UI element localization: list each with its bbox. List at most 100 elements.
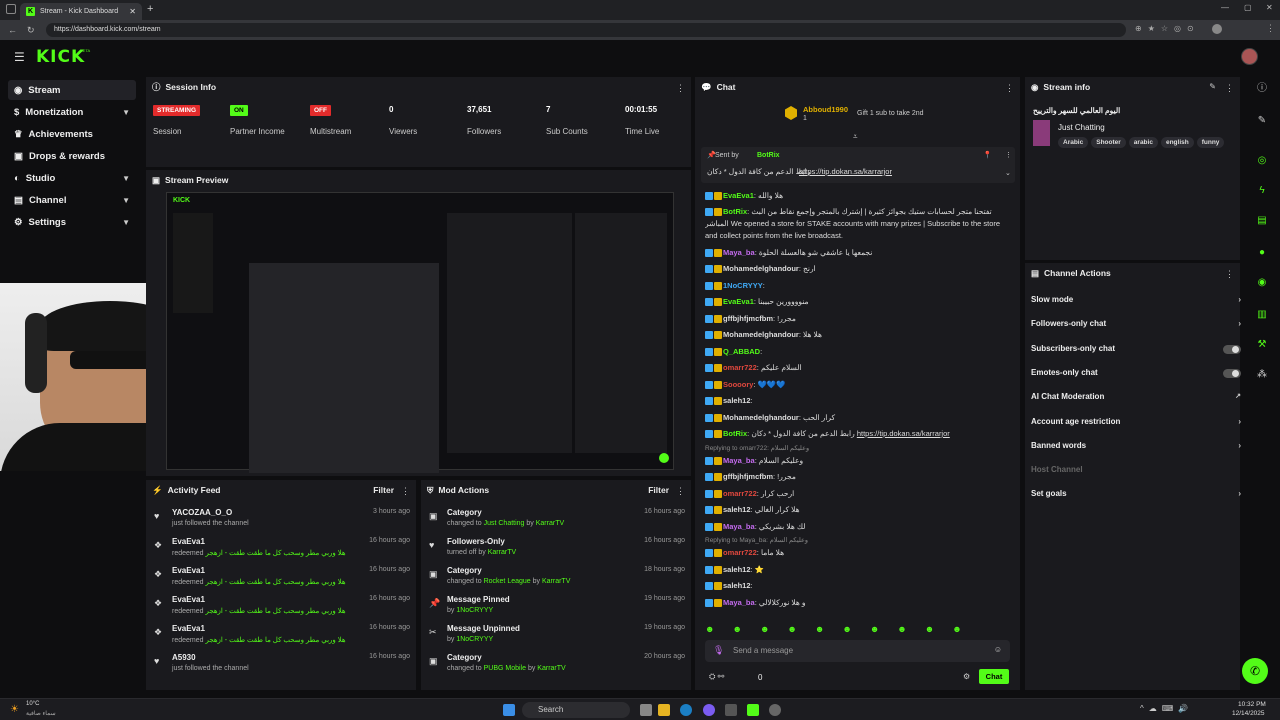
edge-icon[interactable]: [680, 704, 692, 716]
chat-message[interactable]: Soooory: 💙💙💙: [705, 378, 1005, 392]
chat-message[interactable]: BotRix: رابط الدعم من كافة الدول * دكان …: [705, 427, 1005, 441]
unpin-icon[interactable]: 📍: [983, 151, 992, 159]
chat-username[interactable]: Mohamedelghandour: [723, 413, 799, 422]
emoji-icon[interactable]: ☺: [994, 645, 1002, 654]
channel-action-followers-only-chat[interactable]: Followers-only chat ›: [1031, 315, 1241, 333]
tag[interactable]: arabic: [1128, 137, 1158, 148]
activity-user[interactable]: A5930: [172, 653, 196, 662]
more-options-icon[interactable]: ⋮: [1225, 269, 1234, 280]
settings-app-icon[interactable]: [769, 704, 781, 716]
sidebar-item-studio[interactable]: ◐ Studio ▼: [8, 168, 136, 188]
chat-username[interactable]: EvaEva1: [723, 297, 754, 306]
more-options-icon[interactable]: ⋮: [401, 486, 410, 497]
chat-username[interactable]: saleh12: [723, 581, 751, 590]
preview-video[interactable]: KICK: [166, 192, 674, 473]
system-tray-icons[interactable]: ^☁⌨🔊: [1140, 704, 1193, 713]
browser-tab[interactable]: K Stream - Kick Dashboard ✕: [20, 3, 142, 20]
info-icon[interactable]: ⓘ: [1252, 79, 1272, 99]
chat-message[interactable]: Mohamedelghandour: هلا هلا: [705, 328, 1005, 342]
chat-username[interactable]: BotRix: [723, 429, 747, 438]
chat-message[interactable]: saleh12:: [705, 394, 1005, 408]
sidebar-item-channel[interactable]: ▤ Channel ▼: [8, 190, 136, 210]
mod-row[interactable]: ▣ Category changed to Just Chatting by Kar…: [427, 508, 685, 536]
chat-username[interactable]: saleh12: [723, 396, 751, 405]
mod-row[interactable]: 📌 Message Pinned by 1NoCRYYY 19 hours ago: [427, 595, 685, 623]
channel-action-emotes-only-chat[interactable]: Emotes-only chat: [1031, 364, 1241, 382]
sidebar-item-drops[interactable]: ▣ Drops & rewards: [8, 146, 136, 166]
mod-user[interactable]: KarrarTV: [537, 665, 565, 672]
chat-message[interactable]: Maya_ba: وعليكم السلام: [705, 454, 1005, 468]
chat-link[interactable]: https://tip.dokan.sa/karrarjor: [857, 429, 950, 438]
app-icon[interactable]: [703, 704, 715, 716]
file-explorer-icon[interactable]: [658, 704, 670, 716]
broadcast-icon[interactable]: ◉: [1252, 273, 1272, 293]
sidebar-item-achievements[interactable]: ♛ Achievements: [8, 124, 136, 144]
url-field[interactable]: https://dashboard.kick.com/stream: [46, 23, 1126, 37]
mod-user[interactable]: KarrarTV: [488, 549, 516, 556]
mod-row[interactable]: ♥ Followers-Only turned off by KarrarTV 16 …: [427, 537, 685, 565]
profile-icon[interactable]: [1212, 24, 1222, 34]
chat-username[interactable]: Maya_ba: [723, 456, 755, 465]
channel-action-ai-chat-moderation[interactable]: AI Chat Moderation ↗: [1031, 388, 1241, 406]
channel-action-account-age-restriction[interactable]: Account age restriction ›: [1031, 413, 1241, 431]
tag[interactable]: Arabic: [1058, 137, 1089, 148]
chat-message[interactable]: EvaEva1: هلا والله: [705, 189, 1005, 203]
tag[interactable]: english: [1160, 137, 1194, 148]
more-options-icon[interactable]: ⋮: [676, 83, 685, 94]
tag[interactable]: funny: [1196, 137, 1225, 148]
chat-message[interactable]: BotRix: تفتحنا متجر لحسابات ستيك بجوائز …: [705, 206, 1005, 244]
note-icon[interactable]: ▤: [1252, 211, 1272, 231]
kick-logo[interactable]: KICK: [36, 47, 85, 67]
gifter-name[interactable]: Abboud1990: [803, 105, 848, 114]
toggle-switch[interactable]: [1223, 344, 1241, 354]
toggle-switch[interactable]: [1223, 368, 1241, 378]
chat-username[interactable]: omarr722: [723, 548, 757, 557]
chat-settings-icon[interactable]: ⚙: [963, 672, 970, 681]
mod-user[interactable]: 1NoCRYYY: [456, 607, 493, 614]
mod-user[interactable]: 1NoCRYYY: [456, 636, 493, 643]
chat-message[interactable]: gffbjhfjmcfbm: !مجرر: [705, 312, 1005, 326]
mod-row[interactable]: ▣ Category changed to PUBG Mobile by Karra…: [427, 653, 685, 681]
chat-username[interactable]: Maya_ba: [723, 522, 755, 531]
mod-filter-button[interactable]: Filter: [648, 485, 669, 495]
activity-user[interactable]: EvaEva1: [172, 566, 205, 575]
mod-row[interactable]: ▣ Category changed to Rocket League by Kar…: [427, 566, 685, 594]
chat-message[interactable]: omarr722: هلا ماما: [705, 546, 1005, 560]
app-icon[interactable]: [725, 704, 737, 716]
start-icon[interactable]: [503, 704, 515, 716]
help-chat-button[interactable]: ✆: [1242, 658, 1268, 684]
more-options-icon[interactable]: ⋮: [1225, 83, 1234, 94]
channel-action-slow-mode[interactable]: Slow mode ›: [1031, 291, 1241, 309]
chat-username[interactable]: Mohamedelghandour: [723, 264, 799, 273]
minimize-button[interactable]: —: [1221, 3, 1229, 12]
maximize-button[interactable]: ▢: [1244, 3, 1252, 12]
activity-row[interactable]: ❖ EvaEva1 redeemed هلا وربي مطر وسحب كل ما…: [152, 595, 410, 623]
tab-actions-icon[interactable]: [6, 4, 16, 14]
pinned-bot-name[interactable]: BotRix: [757, 152, 780, 159]
activity-row[interactable]: ♥ YACOZAA_O_O just followed the channel 3 h…: [152, 508, 410, 536]
activity-row[interactable]: ❖ EvaEva1 redeemed هلا وربي مطر وسحب كل ما…: [152, 566, 410, 594]
chat-message[interactable]: Maya_ba: نجمعها يا عاشقي شو هالعسلة الحل…: [705, 246, 1005, 260]
book-icon[interactable]: ▥: [1252, 305, 1272, 325]
wrench-icon[interactable]: ⚒: [1252, 335, 1272, 355]
mod-row[interactable]: ✂ Message Unpinned by 1NoCRYYY 19 hours ago: [427, 624, 685, 652]
chat-username[interactable]: gffbjhfjmcfbm: [723, 314, 773, 323]
chat-message[interactable]: Maya_ba: لك هلا بشريكي: [705, 520, 1005, 534]
user-avatar[interactable]: [1241, 48, 1258, 65]
mod-user[interactable]: KarrarTV: [536, 520, 564, 527]
chat-message[interactable]: 1NoCRYYY:: [705, 279, 1005, 293]
close-window-button[interactable]: ✕: [1266, 3, 1273, 12]
sidebar-item-settings[interactable]: ⚙ Settings ▼: [8, 212, 136, 232]
taskbar-search[interactable]: Search: [522, 702, 630, 718]
kick-app-icon[interactable]: [747, 704, 759, 716]
reload-icon[interactable]: ↻: [27, 25, 35, 36]
chevron-down-icon[interactable]: ⌄: [1005, 169, 1011, 177]
activity-row[interactable]: ❖ EvaEva1 redeemed هلا وربي مطر وسحب كل ما…: [152, 624, 410, 652]
chat-username[interactable]: omarr722: [723, 363, 757, 372]
sidebar-item-stream[interactable]: ◉ Stream: [8, 80, 136, 100]
task-view-icon[interactable]: [640, 704, 652, 716]
more-options-icon[interactable]: ⋮: [676, 486, 685, 497]
sidebar-item-monetization[interactable]: $ Monetization ▼: [8, 102, 136, 122]
chat-message[interactable]: Q_ABBAD:: [705, 345, 1005, 359]
edit-icon[interactable]: ✎: [1252, 111, 1272, 131]
